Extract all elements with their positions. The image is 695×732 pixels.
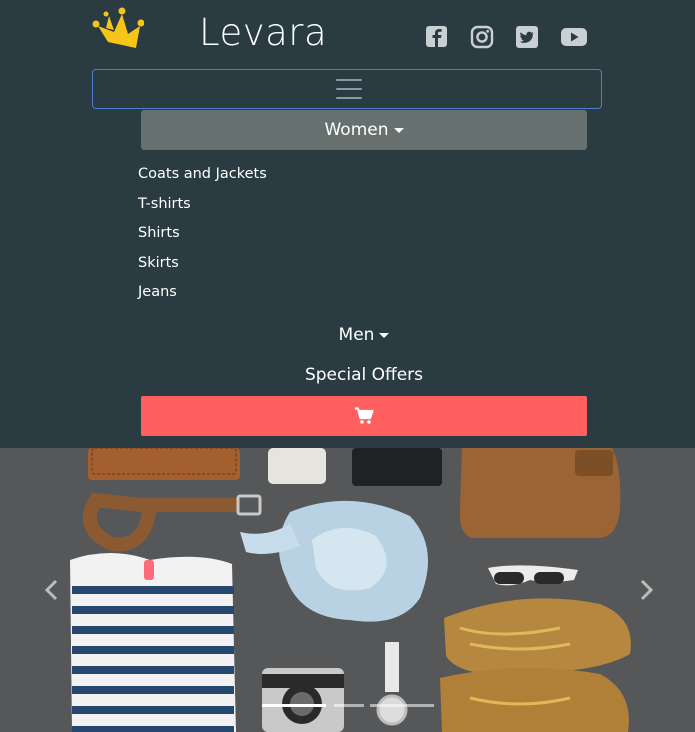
women-dropdown-button[interactable]: Women [141, 110, 587, 150]
navbar-toggler-button[interactable] [92, 69, 602, 109]
submenu-item-coats-and-jackets[interactable]: Coats and Jackets [138, 160, 267, 190]
youtube-icon[interactable] [560, 24, 588, 50]
brand-name[interactable]: Levara [199, 8, 327, 58]
caret-down-icon [393, 127, 404, 133]
hamburger-icon [336, 79, 362, 101]
carousel-indicator-3[interactable] [370, 704, 434, 707]
cart-icon [355, 407, 374, 424]
hero-carousel [0, 448, 695, 732]
instagram-icon[interactable] [469, 24, 495, 50]
submenu-item-jeans[interactable]: Jeans [138, 278, 267, 308]
chevron-left-icon[interactable] [42, 578, 62, 602]
crown-icon[interactable] [92, 4, 144, 54]
twitter-icon[interactable] [514, 24, 540, 50]
carousel-indicator-1[interactable] [262, 704, 326, 707]
submenu-item-skirts[interactable]: Skirts [138, 249, 267, 279]
special-offers-link[interactable]: Special Offers [141, 360, 587, 390]
women-submenu: Coats and Jackets T-shirts Shirts Skirts… [138, 160, 267, 308]
carousel-indicators [262, 704, 436, 708]
men-dropdown-label: Men [338, 325, 375, 345]
men-dropdown-link[interactable]: Men [141, 320, 587, 350]
carousel-slide-image [0, 448, 695, 732]
chevron-right-icon[interactable] [636, 578, 656, 602]
cart-button[interactable] [141, 396, 587, 436]
submenu-item-shirts[interactable]: Shirts [138, 219, 267, 249]
women-dropdown-label: Women [324, 120, 389, 140]
site-header: Levara Women Coats and Jackets T-shirts … [0, 0, 695, 448]
caret-down-icon [379, 332, 390, 338]
facebook-icon[interactable] [424, 24, 450, 50]
carousel-indicator-2[interactable] [334, 704, 364, 707]
submenu-item-t-shirts[interactable]: T-shirts [138, 190, 267, 220]
